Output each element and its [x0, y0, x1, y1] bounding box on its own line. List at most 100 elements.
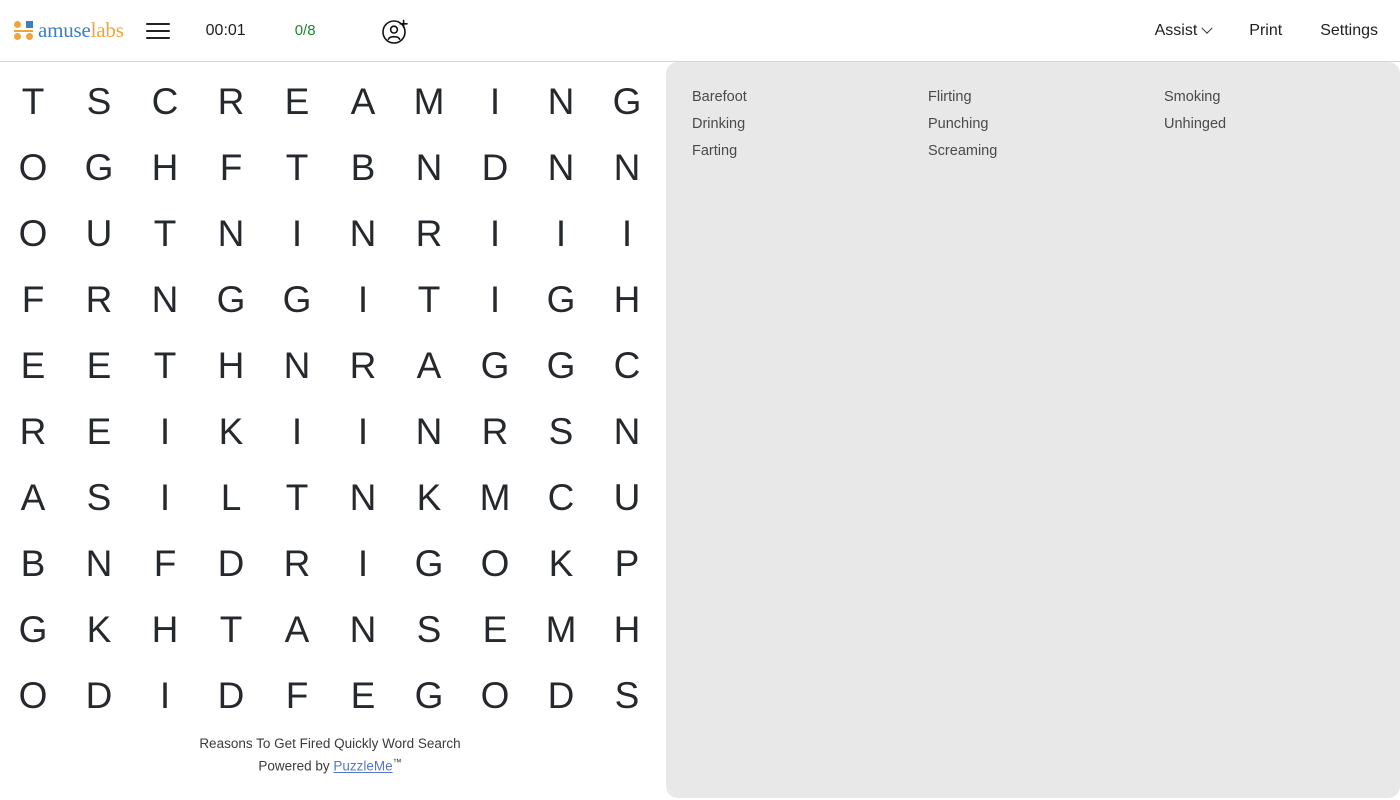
grid-cell[interactable]: H: [594, 596, 660, 662]
grid-cell[interactable]: I: [594, 200, 660, 266]
grid-cell[interactable]: R: [396, 200, 462, 266]
grid-cell[interactable]: N: [330, 596, 396, 662]
grid-cell[interactable]: E: [66, 398, 132, 464]
grid-cell[interactable]: I: [264, 398, 330, 464]
grid-cell[interactable]: G: [264, 266, 330, 332]
grid-cell[interactable]: O: [0, 134, 66, 200]
word-search-grid[interactable]: TSCREAMINGOGHFTBNDNNOUTNINRIIIFRNGGITIGH…: [0, 68, 660, 728]
grid-cell[interactable]: M: [396, 68, 462, 134]
grid-cell[interactable]: O: [0, 662, 66, 728]
grid-cell[interactable]: N: [528, 68, 594, 134]
grid-cell[interactable]: K: [396, 464, 462, 530]
grid-cell[interactable]: O: [0, 200, 66, 266]
grid-cell[interactable]: I: [462, 68, 528, 134]
grid-cell[interactable]: I: [132, 464, 198, 530]
grid-cell[interactable]: D: [198, 530, 264, 596]
word-item[interactable]: Screaming: [928, 138, 1164, 165]
grid-cell[interactable]: H: [132, 596, 198, 662]
grid-cell[interactable]: I: [330, 266, 396, 332]
grid-cell[interactable]: C: [594, 332, 660, 398]
add-user-icon[interactable]: [378, 14, 412, 48]
settings-button[interactable]: Settings: [1320, 22, 1378, 40]
word-item[interactable]: Smoking: [1164, 84, 1400, 111]
grid-cell[interactable]: T: [264, 134, 330, 200]
grid-cell[interactable]: R: [264, 530, 330, 596]
grid-cell[interactable]: F: [0, 266, 66, 332]
grid-cell[interactable]: K: [66, 596, 132, 662]
word-item[interactable]: Drinking: [692, 111, 928, 138]
brand-logo[interactable]: amuselabs: [14, 18, 124, 43]
grid-cell[interactable]: E: [0, 332, 66, 398]
grid-cell[interactable]: T: [132, 332, 198, 398]
grid-cell[interactable]: K: [528, 530, 594, 596]
print-button[interactable]: Print: [1249, 22, 1282, 40]
grid-cell[interactable]: M: [528, 596, 594, 662]
grid-cell[interactable]: N: [330, 200, 396, 266]
grid-cell[interactable]: A: [0, 464, 66, 530]
grid-cell[interactable]: O: [462, 662, 528, 728]
assist-button[interactable]: Assist: [1155, 22, 1213, 40]
word-item[interactable]: Unhinged: [1164, 111, 1400, 138]
grid-cell[interactable]: I: [132, 398, 198, 464]
grid-cell[interactable]: G: [528, 266, 594, 332]
grid-cell[interactable]: L: [198, 464, 264, 530]
grid-cell[interactable]: C: [132, 68, 198, 134]
grid-cell[interactable]: G: [528, 332, 594, 398]
grid-cell[interactable]: T: [264, 464, 330, 530]
grid-cell[interactable]: E: [462, 596, 528, 662]
grid-cell[interactable]: N: [132, 266, 198, 332]
word-item[interactable]: Barefoot: [692, 84, 928, 111]
grid-cell[interactable]: S: [528, 398, 594, 464]
grid-cell[interactable]: R: [198, 68, 264, 134]
word-item[interactable]: Punching: [928, 111, 1164, 138]
grid-cell[interactable]: D: [66, 662, 132, 728]
grid-cell[interactable]: R: [462, 398, 528, 464]
grid-cell[interactable]: D: [198, 662, 264, 728]
grid-cell[interactable]: O: [462, 530, 528, 596]
grid-cell[interactable]: M: [462, 464, 528, 530]
grid-cell[interactable]: H: [594, 266, 660, 332]
grid-cell[interactable]: H: [132, 134, 198, 200]
grid-cell[interactable]: C: [528, 464, 594, 530]
grid-cell[interactable]: S: [66, 68, 132, 134]
grid-cell[interactable]: I: [330, 398, 396, 464]
grid-cell[interactable]: N: [594, 134, 660, 200]
grid-cell[interactable]: E: [66, 332, 132, 398]
grid-cell[interactable]: B: [0, 530, 66, 596]
grid-cell[interactable]: T: [0, 68, 66, 134]
grid-cell[interactable]: F: [264, 662, 330, 728]
grid-cell[interactable]: N: [396, 398, 462, 464]
grid-cell[interactable]: D: [462, 134, 528, 200]
grid-cell[interactable]: G: [594, 68, 660, 134]
grid-cell[interactable]: F: [132, 530, 198, 596]
grid-cell[interactable]: I: [462, 266, 528, 332]
grid-cell[interactable]: N: [66, 530, 132, 596]
grid-cell[interactable]: N: [330, 464, 396, 530]
grid-cell[interactable]: K: [198, 398, 264, 464]
grid-cell[interactable]: N: [594, 398, 660, 464]
grid-cell[interactable]: G: [396, 530, 462, 596]
grid-cell[interactable]: E: [264, 68, 330, 134]
grid-cell[interactable]: I: [528, 200, 594, 266]
grid-cell[interactable]: I: [264, 200, 330, 266]
grid-cell[interactable]: I: [132, 662, 198, 728]
timer-display[interactable]: 00:01: [202, 22, 250, 40]
grid-cell[interactable]: D: [528, 662, 594, 728]
word-item[interactable]: Farting: [692, 138, 928, 165]
grid-cell[interactable]: U: [66, 200, 132, 266]
word-item[interactable]: Flirting: [928, 84, 1164, 111]
grid-cell[interactable]: I: [462, 200, 528, 266]
grid-cell[interactable]: A: [264, 596, 330, 662]
grid-cell[interactable]: R: [0, 398, 66, 464]
grid-cell[interactable]: H: [198, 332, 264, 398]
grid-cell[interactable]: G: [396, 662, 462, 728]
grid-cell[interactable]: I: [330, 530, 396, 596]
grid-cell[interactable]: G: [0, 596, 66, 662]
grid-cell[interactable]: G: [66, 134, 132, 200]
grid-cell[interactable]: G: [198, 266, 264, 332]
grid-cell[interactable]: B: [330, 134, 396, 200]
grid-cell[interactable]: T: [396, 266, 462, 332]
grid-cell[interactable]: U: [594, 464, 660, 530]
grid-cell[interactable]: G: [462, 332, 528, 398]
grid-cell[interactable]: S: [594, 662, 660, 728]
